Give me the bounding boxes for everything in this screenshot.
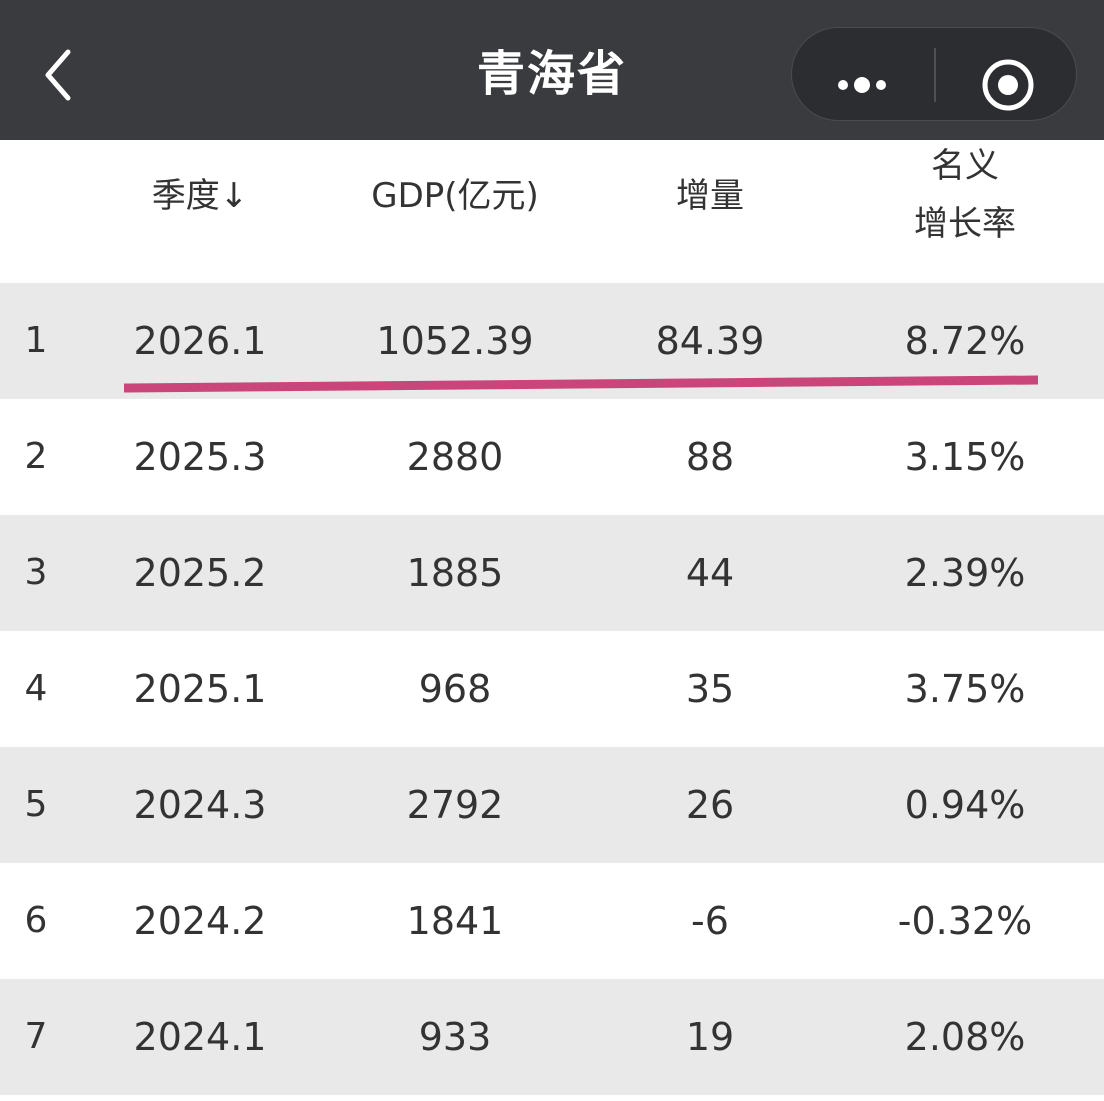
row-rank: 1 [24, 320, 48, 361]
row-rank: 5 [24, 784, 48, 825]
row-increase: -6 [691, 899, 729, 943]
row-gdp: 1885 [406, 551, 504, 595]
row-increase: 44 [685, 551, 735, 595]
row-rank: 4 [24, 668, 48, 709]
row-rate: -0.32% [897, 899, 1033, 943]
row-rank: 7 [24, 1016, 48, 1057]
more-dots-icon [838, 77, 886, 93]
table-row[interactable]: 4 2025.1 968 35 3.75% [0, 631, 1104, 747]
header-increase: 增量 [676, 176, 744, 216]
more-button[interactable] [812, 38, 922, 112]
miniprogram-capsule [791, 27, 1077, 121]
row-increase: 88 [685, 435, 735, 479]
table-row[interactable]: 7 2024.1 933 19 2.08% [0, 979, 1104, 1095]
row-quarter: 2026.1 [133, 319, 267, 363]
row-quarter: 2024.3 [133, 783, 267, 827]
row-rate: 3.15% [904, 435, 1026, 479]
row-gdp: 1052.39 [376, 319, 534, 363]
navigation-bar: 青海省 [0, 0, 1104, 140]
row-gdp: 1841 [406, 899, 504, 943]
row-quarter: 2025.1 [133, 667, 267, 711]
table-row[interactable]: 5 2024.3 2792 26 0.94% [0, 747, 1104, 863]
row-quarter: 2025.2 [133, 551, 267, 595]
row-increase: 35 [685, 667, 735, 711]
row-rate: 2.08% [904, 1015, 1026, 1059]
row-gdp: 968 [418, 667, 492, 711]
row-gdp: 933 [418, 1015, 492, 1059]
table-row[interactable]: 2 2025.3 2880 88 3.15% [0, 399, 1104, 515]
header-rate-line2: 增长率 [914, 204, 1016, 244]
row-gdp: 2792 [406, 783, 504, 827]
row-increase: 26 [685, 783, 735, 827]
table-row[interactable]: 6 2024.2 1841 -6 -0.32% [0, 863, 1104, 979]
row-rank: 6 [24, 900, 48, 941]
row-rate: 2.39% [904, 551, 1026, 595]
row-rate: 8.72% [904, 319, 1026, 363]
header-quarter[interactable]: 季度↓ [100, 167, 300, 225]
row-quarter: 2024.2 [133, 899, 267, 943]
row-rank: 2 [24, 436, 48, 477]
header-rate-line1: 名义 [931, 146, 999, 186]
row-gdp: 2880 [406, 435, 504, 479]
row-rate: 3.75% [904, 667, 1026, 711]
row-increase: 84.39 [655, 319, 765, 363]
close-button[interactable] [962, 38, 1062, 112]
row-rate: 0.94% [904, 783, 1026, 827]
table-row[interactable]: 1 2026.1 1052.39 84.39 8.72% [0, 283, 1104, 399]
row-quarter: 2025.3 [133, 435, 267, 479]
header-gdp: GDP(亿元) [371, 176, 539, 216]
capsule-divider [934, 48, 936, 102]
row-quarter: 2024.1 [133, 1015, 267, 1059]
table-header: 季度↓ GDP(亿元) 增量 名义 增长率 [0, 140, 1104, 283]
row-rank: 3 [24, 552, 48, 593]
table-row[interactable]: 3 2025.2 1885 44 2.39% [0, 515, 1104, 631]
row-increase: 19 [685, 1015, 735, 1059]
target-circle-icon [982, 59, 1034, 111]
